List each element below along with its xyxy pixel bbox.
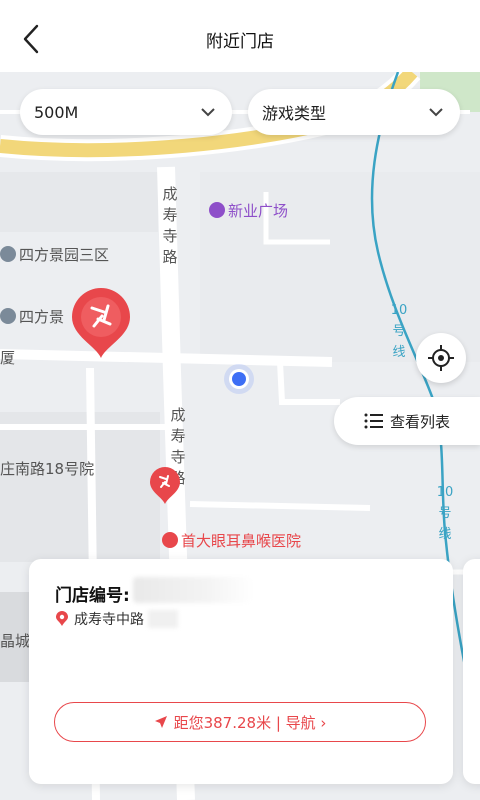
poi-sifang3[interactable]: 四方景园三区 xyxy=(0,244,109,265)
label-jing: 晶城 xyxy=(0,632,31,650)
user-location-dot xyxy=(224,364,254,394)
list-icon xyxy=(364,413,383,429)
location-pin-icon xyxy=(56,611,68,626)
metro-label-a: 10号线 xyxy=(390,303,408,360)
poi-sifang[interactable]: 四方景 xyxy=(0,306,64,327)
chevron-down-icon xyxy=(429,108,443,117)
address-redacted xyxy=(148,610,178,628)
top-bar: 附近门店 xyxy=(0,0,480,72)
store-card[interactable]: 门店编号: 成寿寺中路 距您387.28米 | 导航 › xyxy=(29,559,453,784)
next-store-card[interactable] xyxy=(463,559,480,784)
navigation-arrow-icon xyxy=(154,716,167,728)
distance-filter-value: 500M xyxy=(34,102,79,122)
residence-icon xyxy=(0,308,16,324)
page-title: 附近门店 xyxy=(206,32,274,52)
store-marker-selected[interactable] xyxy=(68,286,134,360)
store-number-redacted xyxy=(133,577,253,603)
view-list-label: 查看列表 xyxy=(389,412,450,431)
poi-xinye[interactable]: 新业广场 xyxy=(209,200,288,221)
metro-label-b: 10号线 xyxy=(436,485,454,542)
label-zhuang: 庄南路18号院 xyxy=(0,460,95,478)
store-address-text: 成寿寺中路 xyxy=(74,612,144,628)
shopping-icon xyxy=(209,202,225,218)
poi-hospital[interactable]: 首大眼耳鼻喉医院 xyxy=(162,530,301,551)
hospital-icon xyxy=(162,532,178,548)
game-type-filter[interactable]: 游戏类型 xyxy=(248,89,460,135)
crosshair-icon xyxy=(428,345,454,371)
locate-button[interactable] xyxy=(416,333,466,383)
residence-icon xyxy=(0,246,16,262)
label-sha: 厦 xyxy=(0,349,16,367)
store-number-label: 门店编号: xyxy=(55,586,130,606)
road-label-chengshou-top: 成寿寺路 xyxy=(162,185,178,266)
chevron-down-icon xyxy=(201,108,215,117)
store-address: 成寿寺中路 xyxy=(55,609,178,629)
navigate-button[interactable]: 距您387.28米 | 导航 › xyxy=(54,702,426,742)
distance-filter[interactable]: 500M xyxy=(20,89,232,135)
game-type-filter-value: 游戏类型 xyxy=(262,104,327,123)
view-list-button[interactable]: 查看列表 xyxy=(334,397,480,445)
store-marker[interactable] xyxy=(148,466,182,506)
navigate-label: 距您387.28米 | 导航 › xyxy=(173,713,327,732)
